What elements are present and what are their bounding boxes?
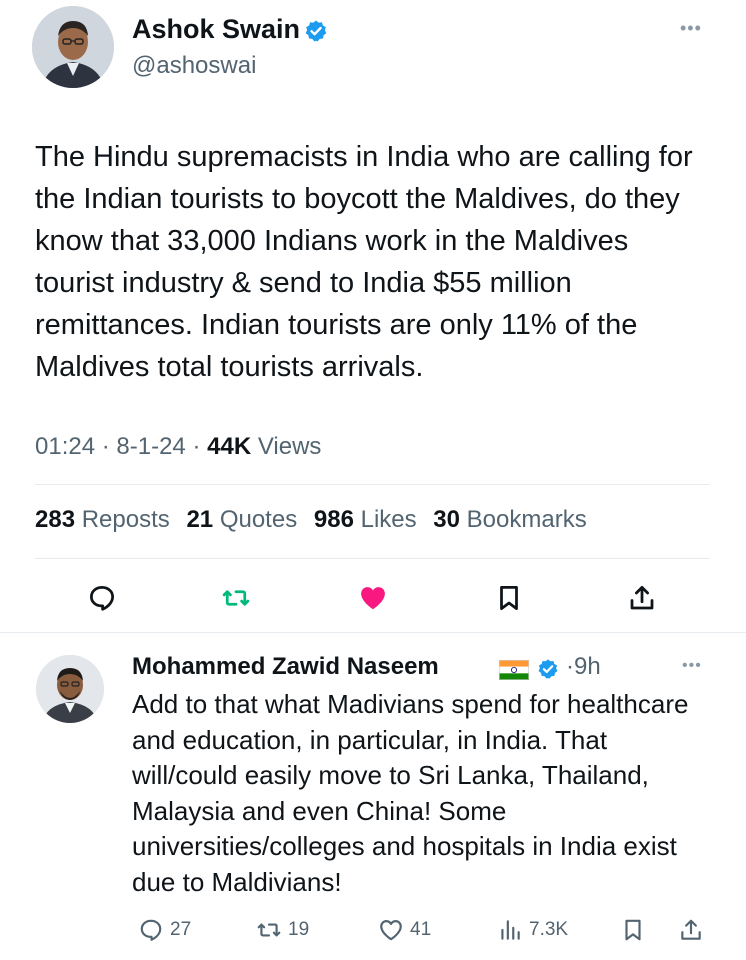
heart-icon	[380, 920, 402, 941]
views-count: 44K	[207, 433, 252, 460]
reply-likes-count: 41	[410, 919, 432, 940]
time-separator: ·	[566, 653, 574, 680]
reposts-count: 283	[35, 506, 76, 533]
india-flag-icon	[499, 660, 529, 680]
avatar[interactable]	[36, 655, 104, 723]
reply-time[interactable]: ·9h	[566, 653, 601, 681]
author-name[interactable]: Ashok Swain	[132, 14, 300, 45]
reply-text: Add to that what Madivians spend for hea…	[132, 689, 689, 897]
likes-label: Likes	[360, 506, 417, 533]
repost-icon	[257, 923, 281, 937]
share-icon	[681, 919, 701, 940]
likes-stat[interactable]: 986 Likes	[314, 506, 417, 533]
avatar-image	[32, 6, 114, 88]
quotes-stat[interactable]: 21 Quotes	[186, 506, 297, 533]
reply-reposts-count: 19	[288, 919, 310, 940]
reply-views-button[interactable]: 7.3K	[497, 915, 568, 945]
tweet-meta: 01:24 · 8-1-24 · 44K Views	[35, 433, 321, 461]
more-dots-icon[interactable]: •••	[682, 657, 702, 675]
reply-author-name[interactable]: Mohammed Zawid Naseem	[132, 653, 439, 681]
share-button[interactable]	[624, 580, 660, 616]
tweet-time[interactable]: 01:24	[35, 433, 95, 460]
author-handle[interactable]: @ashoswai	[132, 52, 256, 80]
tweet-text: The Hindu supremacists in India who are …	[35, 141, 693, 383]
reply-time-value: 9h	[574, 653, 601, 680]
tweet-date[interactable]: 8-1-24	[116, 433, 185, 460]
quotes-count: 21	[186, 506, 214, 533]
divider	[35, 484, 710, 485]
reply-like-button[interactable]: 41	[378, 915, 431, 945]
likes-count: 986	[313, 506, 354, 533]
bookmarks-label: Bookmarks	[466, 506, 587, 533]
reply-views-count: 7.3K	[529, 919, 569, 940]
bookmarks-stat[interactable]: 30 Bookmarks	[433, 506, 586, 533]
reply-button[interactable]	[84, 580, 120, 616]
reply-reply-button[interactable]: 27	[138, 915, 191, 945]
engagement-stats: 283 Reposts 21 Quotes 986 Likes 30 Bookm…	[35, 506, 597, 534]
share-icon	[630, 586, 654, 610]
verified-badge-icon	[305, 20, 327, 42]
reply-share-button[interactable]	[678, 915, 710, 945]
avatar[interactable]	[32, 6, 114, 88]
quotes-label: Quotes	[219, 506, 298, 533]
bookmark-button[interactable]	[491, 580, 527, 616]
reposts-stat[interactable]: 283 Reposts	[35, 506, 170, 533]
avatar-image	[36, 655, 104, 723]
more-dots-icon[interactable]: •••	[680, 18, 702, 39]
bookmarks-count: 30	[433, 506, 460, 533]
main-tweet: Ashok Swain @ashoswai ••• The Hindu supr…	[0, 0, 746, 632]
views-chart-icon	[501, 920, 520, 940]
bookmark-icon	[500, 586, 518, 610]
heart-filled-icon	[361, 587, 385, 610]
bookmark-icon	[625, 919, 641, 941]
reply-repost-button[interactable]: 19	[256, 915, 309, 945]
verified-badge-icon	[538, 659, 558, 679]
reply-bookmark-button[interactable]	[620, 915, 652, 945]
like-button[interactable]	[355, 580, 391, 616]
reply-icon	[90, 586, 114, 611]
reply-replies-count: 27	[170, 919, 192, 940]
reply-tweet: Mohammed Zawid Naseem ·9h ••• Add to tha…	[0, 633, 746, 960]
reply-icon	[140, 919, 162, 941]
repost-button[interactable]	[218, 580, 254, 616]
meta-separator: ·	[192, 433, 201, 460]
views-label: Views	[257, 433, 322, 460]
divider	[35, 558, 710, 559]
meta-separator: ·	[101, 433, 110, 460]
repost-icon	[222, 590, 250, 606]
reposts-label: Reposts	[81, 506, 170, 533]
